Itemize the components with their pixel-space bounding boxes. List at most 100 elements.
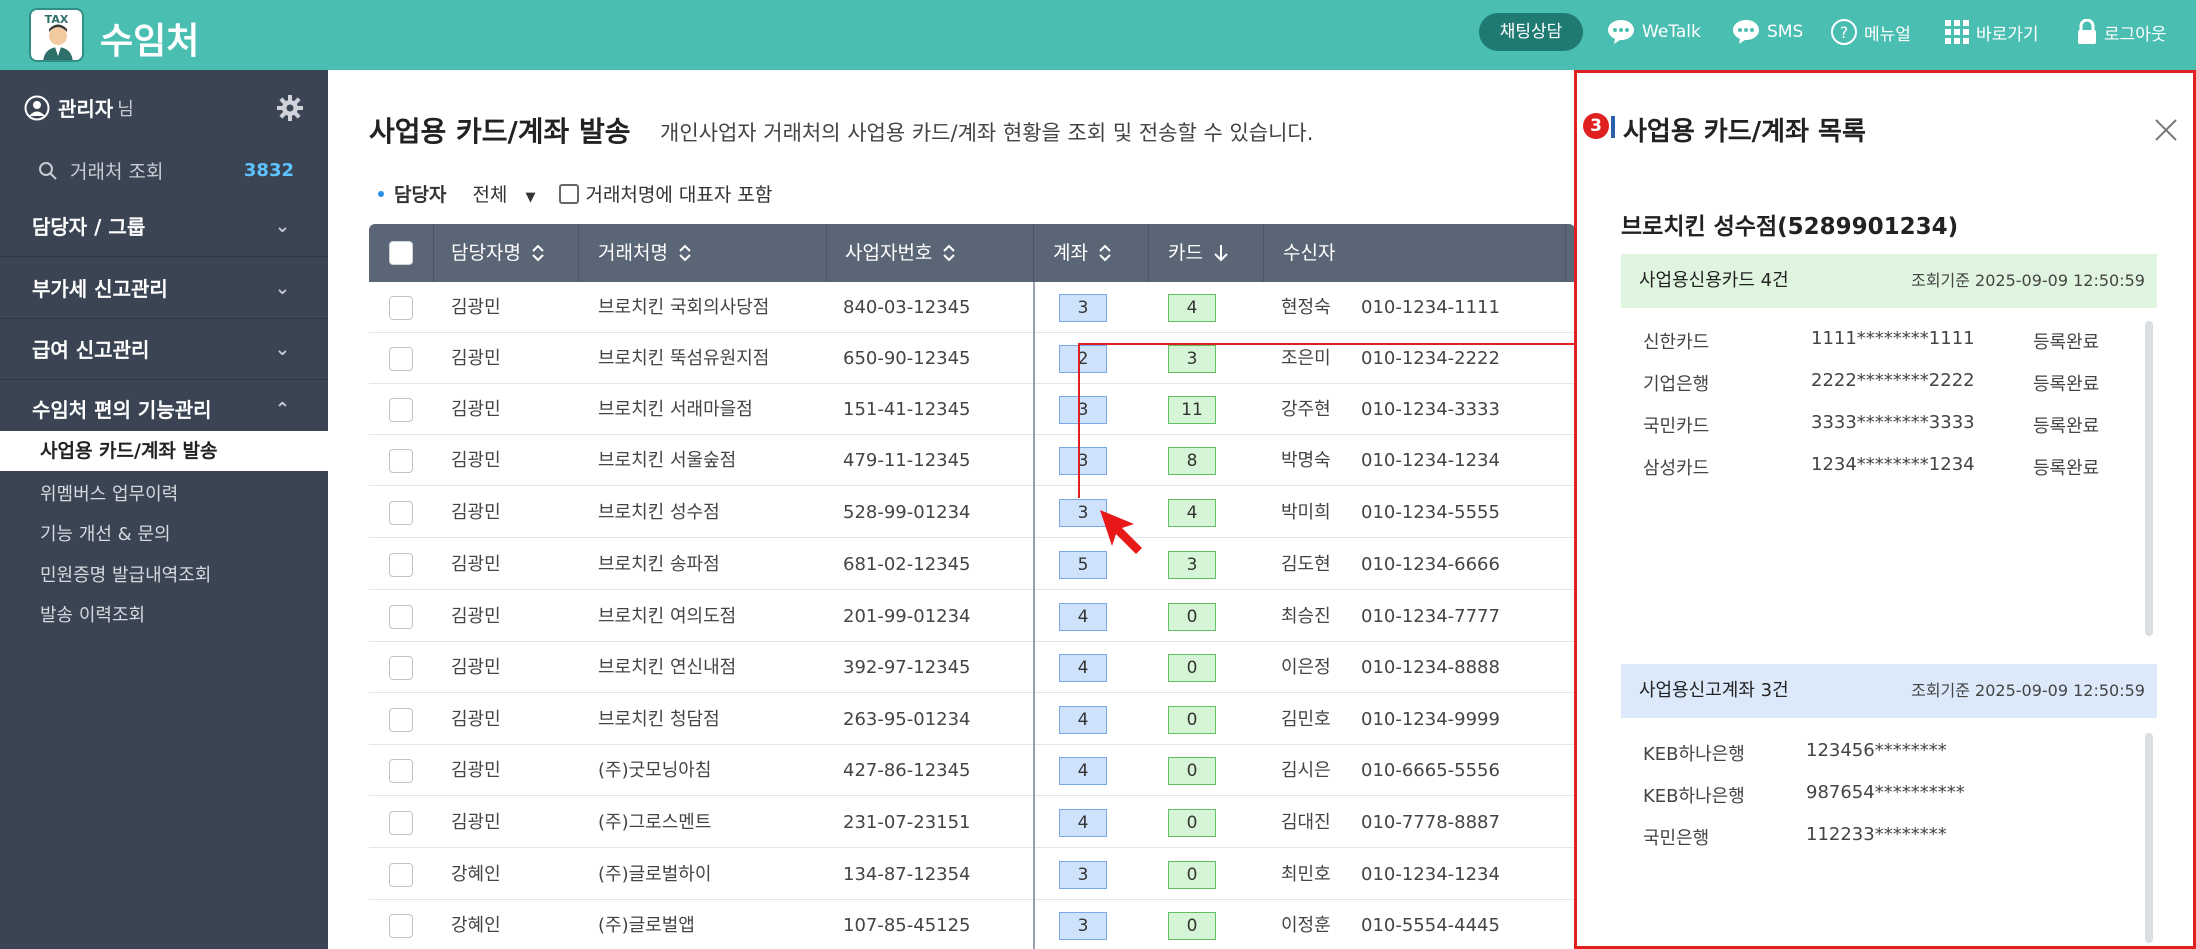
sidebar-item-send-history[interactable]: 발송 이력조회 — [40, 601, 145, 627]
account-count-badge[interactable]: 2 — [1059, 345, 1107, 373]
close-button[interactable] — [2154, 118, 2178, 146]
nav-shortcut[interactable]: 바로가기 — [1944, 16, 2039, 48]
account-count-badge[interactable]: 4 — [1059, 809, 1107, 837]
card-count-badge[interactable]: 0 — [1168, 809, 1216, 837]
sidebar-section-payroll[interactable]: 급여 신고관리 ⌄ — [0, 320, 328, 380]
sidebar-item-feedback[interactable]: 기능 개선 & 문의 — [40, 520, 171, 546]
card-number: 2222********2222 — [1811, 370, 1975, 391]
row-checkbox[interactable] — [389, 296, 413, 320]
include-rep-checkbox[interactable] — [559, 183, 580, 204]
account-count-badge[interactable]: 3 — [1059, 294, 1107, 322]
card-count-badge[interactable]: 4 — [1168, 499, 1216, 527]
title-accent-bar — [1611, 116, 1615, 138]
row-checkbox[interactable] — [389, 914, 413, 938]
app-logo[interactable]: TAX — [29, 8, 84, 62]
table-row[interactable]: 김광민 브로치킨 연신내점 392-97-12345 4 0 이은정 010-1… — [369, 642, 1575, 693]
select-all-checkbox[interactable] — [389, 241, 413, 265]
table-row[interactable]: 김광민 브로치킨 서래마을점 151-41-12345 3 11 강주현 010… — [369, 384, 1575, 435]
cell-bizno: 392-97-12345 — [843, 657, 971, 678]
row-checkbox[interactable] — [389, 863, 413, 887]
account-count-badge[interactable]: 4 — [1059, 603, 1107, 631]
table-row[interactable]: 강혜인 (주)글로벌앱 107-85-45125 3 0 이정훈 010-555… — [369, 900, 1575, 949]
row-checkbox[interactable] — [389, 656, 413, 680]
nav-manual[interactable]: ? 메뉴얼 — [1830, 16, 1911, 48]
card-count-badge[interactable]: 0 — [1168, 706, 1216, 734]
account-count-badge[interactable]: 3 — [1059, 912, 1107, 940]
cell-bizno: 840-03-12345 — [843, 297, 971, 318]
card-item: 삼성카드 1234********1234 등록완료 — [1643, 454, 2099, 480]
account-count-badge[interactable]: 3 — [1059, 861, 1107, 889]
row-checkbox[interactable] — [389, 347, 413, 371]
account-count-badge[interactable]: 3 — [1059, 396, 1107, 424]
col-receiver[interactable]: 수신자 — [1283, 224, 1335, 282]
cell-bizno: 263-95-01234 — [843, 709, 971, 730]
account-item: KEB하나은행 123456******** — [1643, 740, 1947, 766]
cell-manager: 김광민 — [451, 297, 501, 318]
cell-receiver: 김대진 — [1281, 812, 1331, 833]
col-biz-number[interactable]: 사업자번호 — [845, 224, 956, 282]
cards-scrollbar[interactable] — [2145, 321, 2153, 636]
cell-phone: 010-1234-5555 — [1361, 502, 1500, 523]
account-count-badge[interactable]: 4 — [1059, 654, 1107, 682]
card-count-badge[interactable]: 8 — [1168, 447, 1216, 475]
nav-sms[interactable]: SMS — [1731, 16, 1803, 48]
cards-section-header: 사업용신용카드 4건 조회기준 2025-09-09 12:50:59 — [1621, 254, 2157, 308]
col-client-name[interactable]: 거래처명 — [598, 224, 692, 282]
cell-receiver: 최승진 — [1281, 606, 1331, 627]
row-checkbox[interactable] — [389, 605, 413, 629]
col-card[interactable]: 카드 — [1168, 224, 1229, 282]
row-checkbox[interactable] — [389, 811, 413, 835]
table-row[interactable]: 김광민 브로치킨 뚝섬유원지점 650-90-12345 2 3 조은미 010… — [369, 333, 1575, 384]
row-checkbox[interactable] — [389, 449, 413, 473]
card-count-badge[interactable]: 3 — [1168, 345, 1216, 373]
row-checkbox[interactable] — [389, 398, 413, 422]
card-count-badge[interactable]: 3 — [1168, 551, 1216, 579]
table-row[interactable]: 김광민 브로치킨 성수점 528-99-01234 3 4 박미희 010-12… — [369, 487, 1575, 538]
client-search-link[interactable]: 거래처 조회 3832 — [38, 157, 294, 184]
chat-consult-button[interactable]: 채팅상담 — [1479, 13, 1583, 51]
row-checkbox[interactable] — [389, 759, 413, 783]
table-row[interactable]: 김광민 브로치킨 송파점 681-02-12345 5 3 김도현 010-12… — [369, 539, 1575, 590]
settings-button[interactable] — [276, 94, 304, 126]
sidebar-item-wemembers-history[interactable]: 위멤버스 업무이력 — [40, 480, 178, 506]
accounts-count-label: 사업용신고계좌 3건 — [1639, 680, 1789, 701]
table-row[interactable]: 김광민 브로치킨 여의도점 201-99-01234 4 0 최승진 010-1… — [369, 591, 1575, 642]
sidebar-section-vat[interactable]: 부가세 신고관리 ⌄ — [0, 259, 328, 319]
col-manager-name[interactable]: 담당자명 — [451, 224, 545, 282]
row-checkbox[interactable] — [389, 708, 413, 732]
sidebar-item-certificate-history[interactable]: 민원증명 발급내역조회 — [40, 561, 211, 587]
manager-select[interactable]: 전체 ▼ — [472, 180, 535, 207]
table-row[interactable]: 강혜인 (주)글로벌하이 134-87-12354 3 0 최민호 010-12… — [369, 849, 1575, 900]
accounts-scrollbar[interactable] — [2145, 733, 2153, 943]
card-name: 국민카드 — [1643, 416, 1710, 437]
table-row[interactable]: 김광민 (주)굿모닝아침 427-86-12345 4 0 김시은 010-66… — [369, 745, 1575, 796]
table-row[interactable]: 김광민 (주)그로스멘트 231-07-23151 4 0 김대진 010-77… — [369, 797, 1575, 848]
cell-bizno: 134-87-12354 — [843, 864, 971, 885]
card-count-badge[interactable]: 0 — [1168, 861, 1216, 889]
table-row[interactable]: 김광민 브로치킨 청담점 263-95-01234 4 0 김민호 010-12… — [369, 694, 1575, 745]
nav-wetalk[interactable]: WeTalk — [1606, 16, 1701, 48]
col-account[interactable]: 계좌 — [1053, 224, 1112, 282]
card-count-badge[interactable]: 4 — [1168, 294, 1216, 322]
card-count-badge[interactable]: 0 — [1168, 603, 1216, 631]
account-count-badge[interactable]: 3 — [1059, 447, 1107, 475]
nav-logout[interactable]: 로그아웃 — [2076, 16, 2167, 48]
user-avatar-icon — [24, 95, 50, 120]
sidebar-item-card-account-send[interactable]: 사업용 카드/계좌 발송 — [0, 431, 328, 471]
sort-both-icon — [532, 244, 544, 262]
card-item: 기업은행 2222********2222 등록완료 — [1643, 370, 2099, 396]
card-count-badge[interactable]: 11 — [1168, 396, 1216, 424]
table-row[interactable]: 김광민 브로치킨 서울숲점 479-11-12345 3 8 박명숙 010-1… — [369, 435, 1575, 486]
table-row[interactable]: 김광민 브로치킨 국회의사당점 840-03-12345 3 4 현정숙 010… — [369, 282, 1575, 333]
column-divider — [826, 224, 827, 282]
card-count-badge[interactable]: 0 — [1168, 757, 1216, 785]
card-count-badge[interactable]: 0 — [1168, 654, 1216, 682]
account-count-badge[interactable]: 4 — [1059, 757, 1107, 785]
row-checkbox[interactable] — [389, 553, 413, 577]
cell-receiver: 조은미 — [1281, 348, 1331, 369]
card-count-badge[interactable]: 0 — [1168, 912, 1216, 940]
annotation-connector-line — [1078, 343, 1080, 498]
sidebar-section-manager-group[interactable]: 담당자 / 그룹 ⌄ — [0, 197, 328, 257]
account-count-badge[interactable]: 4 — [1059, 706, 1107, 734]
row-checkbox[interactable] — [389, 501, 413, 525]
